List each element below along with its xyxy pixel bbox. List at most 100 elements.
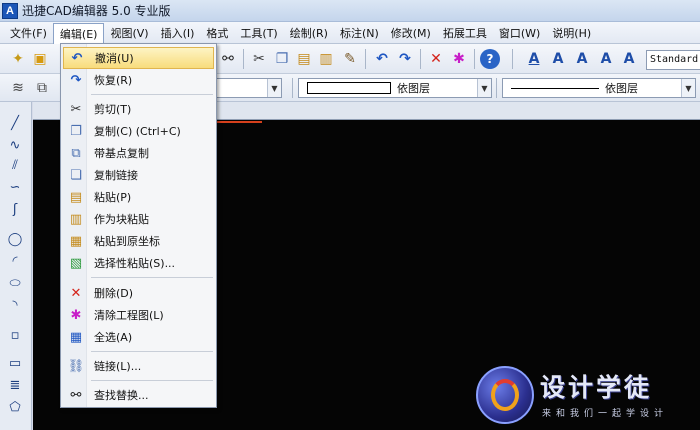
logo-ring bbox=[491, 379, 519, 411]
menu-format[interactable]: 格式 bbox=[200, 23, 234, 43]
color-select-value: 依图层 bbox=[397, 82, 430, 95]
chevron-down-icon[interactable]: ▼ bbox=[681, 79, 695, 97]
redo-icon[interactable]: ↷ bbox=[395, 49, 415, 69]
menu-separator bbox=[91, 351, 213, 352]
line-tool-icon[interactable]: ╱ bbox=[6, 114, 24, 132]
color-select[interactable]: 依图层 ▼ bbox=[298, 78, 492, 98]
menu-item-copy-link[interactable]: ❏ 复制链接 bbox=[63, 164, 214, 186]
menu-draw[interactable]: 绘制(R) bbox=[284, 23, 334, 43]
copy-icon[interactable]: ❐ bbox=[272, 49, 292, 69]
app-icon: A bbox=[2, 2, 18, 19]
text-style-select[interactable]: Standard bbox=[646, 50, 700, 70]
purge-icon[interactable]: ✱ bbox=[449, 49, 469, 69]
linetype-select-value: 依图层 bbox=[605, 82, 638, 95]
undo-icon: ↶ bbox=[71, 50, 83, 66]
menu-extend-tools[interactable]: 拓展工具 bbox=[437, 23, 493, 43]
menu-separator bbox=[91, 94, 213, 95]
menu-item-find-replace[interactable]: ⚯ 查找替换... bbox=[63, 384, 214, 406]
title-bar: A 迅捷CAD编辑器 5.0 专业版 bbox=[0, 0, 700, 22]
menu-edit[interactable]: 编辑(E) bbox=[52, 22, 105, 45]
menu-separator bbox=[91, 380, 213, 381]
menu-window[interactable]: 窗口(W) bbox=[493, 23, 546, 43]
linetype-select[interactable]: 依图层 ▼ bbox=[502, 78, 696, 98]
binoculars-icon: ⚯ bbox=[70, 387, 82, 403]
toolbar-separator bbox=[420, 49, 421, 69]
menu-view[interactable]: 视图(V) bbox=[104, 23, 154, 43]
arc-tool-icon[interactable]: ◜ bbox=[6, 252, 24, 270]
polygon-tool-icon[interactable]: ⬠ bbox=[6, 398, 24, 416]
menu-item-label: 查找替换... bbox=[94, 389, 149, 402]
layer-properties-icon[interactable]: ⧉ bbox=[32, 78, 52, 98]
rectangle-tool-icon[interactable]: ▭ bbox=[6, 354, 24, 372]
chevron-down-icon[interactable]: ▼ bbox=[477, 79, 491, 97]
window-title: 迅捷CAD编辑器 5.0 专业版 bbox=[22, 4, 171, 18]
scissors-icon[interactable]: ✂ bbox=[249, 49, 269, 69]
text-find-icon[interactable]: A bbox=[596, 49, 616, 69]
menu-item-label: 撤消(U) bbox=[95, 52, 134, 65]
menu-dimension[interactable]: 标注(N) bbox=[334, 23, 385, 43]
menu-item-copy-base-point[interactable]: ⧉ 带基点复制 bbox=[63, 142, 214, 164]
circle-tool-icon[interactable]: ◯ bbox=[6, 230, 24, 248]
menu-item-label: 选择性粘贴(S)... bbox=[94, 257, 176, 270]
delete-x-icon[interactable]: ✕ bbox=[426, 49, 446, 69]
menu-file[interactable]: 文件(F) bbox=[4, 23, 53, 43]
menu-separator bbox=[91, 277, 213, 278]
menu-item-link[interactable]: ⛓ 链接(L)... bbox=[63, 355, 214, 377]
polyline-tool-icon[interactable]: ∿ bbox=[6, 136, 24, 154]
toolbar-separator bbox=[292, 78, 293, 98]
scissors-icon: ✂ bbox=[70, 101, 82, 117]
layer-icon[interactable]: ≋ bbox=[8, 78, 28, 98]
menu-item-cut[interactable]: ✂ 剪切(T) bbox=[63, 98, 214, 120]
point-tool-icon[interactable]: ▫ bbox=[6, 326, 24, 344]
double-line-tool-icon[interactable]: ⫽ bbox=[6, 156, 24, 174]
menu-item-label: 删除(D) bbox=[94, 287, 134, 300]
color-swatch bbox=[307, 82, 391, 94]
text-width-icon[interactable]: A bbox=[548, 49, 568, 69]
watermark-logo: 设计学徒 来和我们一起学设计 bbox=[476, 362, 700, 430]
text-height-icon[interactable]: A bbox=[572, 49, 592, 69]
undo-icon[interactable]: ↶ bbox=[372, 49, 392, 69]
menu-tools[interactable]: 工具(T) bbox=[234, 23, 283, 43]
menu-item-paste-as-block[interactable]: ▥ 作为块粘贴 bbox=[63, 208, 214, 230]
draw-toolbar: ╱ ∿ ⫽ ∽ ʃ ◯ ◜ ⬭ ◝ ▫ ▭ ≣ ⬠ bbox=[0, 102, 32, 430]
menu-item-paste-to-original[interactable]: ▦ 粘贴到原坐标 bbox=[63, 230, 214, 252]
linetype-preview bbox=[511, 87, 599, 89]
menu-modify[interactable]: 修改(M) bbox=[385, 23, 437, 43]
menu-item-label: 作为块粘贴 bbox=[94, 213, 149, 226]
paste-special-icon[interactable]: ▥ bbox=[316, 49, 336, 69]
toolbar-separator bbox=[512, 49, 513, 69]
menu-item-select-all[interactable]: ▦ 全选(A) bbox=[63, 326, 214, 348]
binoculars-icon[interactable]: ⚯ bbox=[218, 49, 238, 69]
menu-item-undo[interactable]: ↶ 撤消(U) bbox=[63, 47, 214, 69]
paste-to-original-icon: ▦ bbox=[69, 233, 83, 249]
menu-item-paste-special[interactable]: ▧ 选择性粘贴(S)... bbox=[63, 252, 214, 274]
new-file-icon[interactable]: ✦ bbox=[8, 49, 28, 69]
redo-icon: ↷ bbox=[70, 72, 82, 88]
menu-insert[interactable]: 插入(I) bbox=[155, 23, 201, 43]
menu-item-purge[interactable]: ✱ 清除工程图(L) bbox=[63, 304, 214, 326]
open-folder-icon[interactable]: ▣ bbox=[30, 49, 50, 69]
chevron-down-icon[interactable]: ▼ bbox=[267, 79, 281, 97]
menu-help[interactable]: 说明(H) bbox=[546, 23, 597, 43]
text-style-icon[interactable]: A bbox=[524, 49, 544, 69]
spline-tool-icon[interactable]: ∽ bbox=[6, 178, 24, 196]
elliptical-arc-tool-icon[interactable]: ◝ bbox=[6, 296, 24, 314]
edit-menu-dropdown: ↶ 撤消(U) ↷ 恢复(R) ✂ 剪切(T) ❐ 复制(C) (Ctrl+C)… bbox=[60, 43, 217, 408]
help-icon[interactable]: ? bbox=[480, 49, 500, 69]
text-edit-icon[interactable]: A bbox=[619, 49, 639, 69]
ellipse-tool-icon[interactable]: ⬭ bbox=[6, 274, 24, 292]
menu-item-label: 带基点复制 bbox=[94, 147, 149, 160]
menu-item-label: 剪切(T) bbox=[94, 103, 132, 116]
menu-item-copy[interactable]: ❐ 复制(C) (Ctrl+C) bbox=[63, 120, 214, 142]
paste-icon[interactable]: ▤ bbox=[294, 49, 314, 69]
brush-icon[interactable]: ✎ bbox=[340, 49, 360, 69]
menu-item-redo[interactable]: ↷ 恢复(R) bbox=[63, 69, 214, 91]
toolbar-separator bbox=[365, 49, 366, 69]
menu-item-paste[interactable]: ▤ 粘贴(P) bbox=[63, 186, 214, 208]
freehand-tool-icon[interactable]: ʃ bbox=[6, 200, 24, 218]
layer-select[interactable]: ▼ bbox=[216, 78, 282, 98]
menu-item-label: 粘贴到原坐标 bbox=[94, 235, 160, 248]
hatch-tool-icon[interactable]: ≣ bbox=[6, 376, 24, 394]
toolbar-separator bbox=[496, 78, 497, 98]
menu-item-delete[interactable]: ✕ 删除(D) bbox=[63, 282, 214, 304]
